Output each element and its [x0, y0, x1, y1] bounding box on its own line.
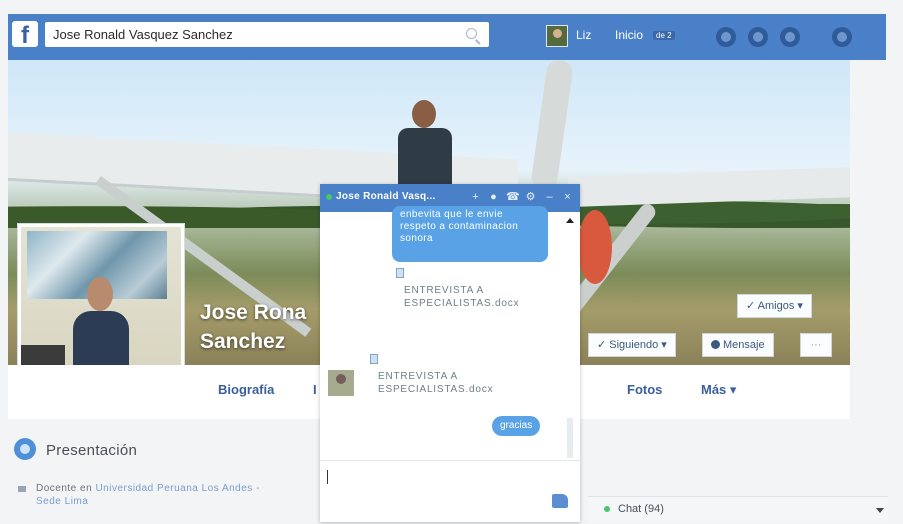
chevron-down-icon[interactable] — [876, 508, 884, 513]
scroll-track[interactable] — [567, 418, 573, 458]
privacy-shortcuts-icon[interactable] — [832, 27, 852, 47]
attachment-file-2[interactable]: ENTREVISTA A ESPECIALISTAS.docx — [378, 370, 518, 396]
profile-picture-image — [21, 227, 181, 383]
tab-biografia[interactable]: Biografía — [218, 382, 274, 397]
chat-settings-icon[interactable]: ⚙ — [525, 192, 536, 203]
cover-person — [394, 100, 456, 195]
tab-informacion[interactable]: I — [313, 382, 317, 397]
education-item: Docente en Universidad Peruana Los Andes… — [36, 482, 276, 508]
message-bubble-reply: gracias — [492, 416, 541, 436]
cover-person-body — [398, 128, 452, 190]
video-call-icon[interactable]: ● — [488, 192, 499, 203]
cover-person-head — [412, 100, 436, 128]
intro-title: Presentación — [46, 442, 138, 459]
messenger-icon — [711, 340, 720, 349]
attachment-file-1[interactable]: ENTREVISTA A ESPECIALISTAS.docx — [404, 284, 544, 310]
chat-bar-label[interactable]: Chat (94) — [618, 503, 664, 515]
home-badge: de 2 — [653, 31, 675, 40]
chat-window[interactable]: Jose Ronald Vasq... + ● ☎ ⚙ – × enbevita… — [320, 184, 580, 522]
friend-requests-icon[interactable] — [716, 27, 736, 47]
search-icon[interactable] — [466, 28, 477, 39]
chat-divider — [320, 460, 580, 461]
home-link[interactable]: Inicio — [615, 28, 643, 42]
chat-close-icon[interactable]: × — [562, 192, 573, 203]
chat-message-input[interactable] — [327, 470, 328, 484]
profile-name-line1: Jose Rona — [200, 301, 307, 324]
scroll-up-arrow-icon[interactable] — [566, 218, 574, 223]
friends-button[interactable]: ✓ Amigos ▾ — [737, 294, 812, 318]
education-prefix: Docente en — [36, 483, 96, 494]
tab-fotos[interactable]: Fotos — [627, 382, 662, 397]
message-button-label: Mensaje — [723, 339, 765, 351]
contact-avatar — [328, 370, 354, 396]
more-options-button[interactable]: ··· — [800, 333, 832, 357]
top-navigation-bar: f Jose Ronald Vasquez Sanchez Liz Inicio… — [8, 14, 886, 60]
chat-minimize-icon[interactable]: – — [544, 192, 555, 203]
notifications-icon[interactable] — [780, 27, 800, 47]
like-icon[interactable] — [552, 494, 568, 508]
user-avatar[interactable] — [546, 25, 568, 47]
message-bubble-sent: enbevita que le envie respeto a contamin… — [392, 206, 548, 262]
chat-scrollbar[interactable] — [566, 218, 574, 458]
file-icon — [396, 268, 404, 278]
file-icon — [370, 354, 378, 364]
profile-name-line2: Sanchez — [200, 330, 286, 353]
cover-propeller — [530, 60, 574, 192]
online-status-icon — [326, 194, 332, 200]
globe-icon — [14, 438, 36, 460]
following-button[interactable]: ✓ Siguiendo ▾ — [588, 333, 676, 357]
profile-picture[interactable] — [18, 224, 184, 386]
education-icon — [18, 486, 26, 492]
profile-picture-face — [87, 277, 113, 311]
facebook-logo-icon[interactable]: f — [12, 21, 38, 47]
user-name-link[interactable]: Liz — [576, 28, 591, 42]
search-input-value: Jose Ronald Vasquez Sanchez — [53, 27, 233, 42]
search-input[interactable]: Jose Ronald Vasquez Sanchez — [45, 22, 489, 47]
message-button[interactable]: Mensaje — [702, 333, 774, 357]
chat-sidebar-bar[interactable]: Chat (94) — [588, 496, 888, 522]
chat-online-icon — [604, 506, 610, 512]
add-people-icon[interactable]: + — [470, 192, 481, 203]
tab-mas[interactable]: Más ▾ — [701, 382, 736, 398]
phone-call-icon[interactable]: ☎ — [506, 192, 520, 203]
chat-title[interactable]: Jose Ronald Vasq... — [336, 191, 436, 202]
cover-red-object — [578, 210, 612, 284]
profile-name[interactable]: Jose Rona Sanchez — [200, 298, 306, 356]
messages-icon[interactable] — [748, 27, 768, 47]
